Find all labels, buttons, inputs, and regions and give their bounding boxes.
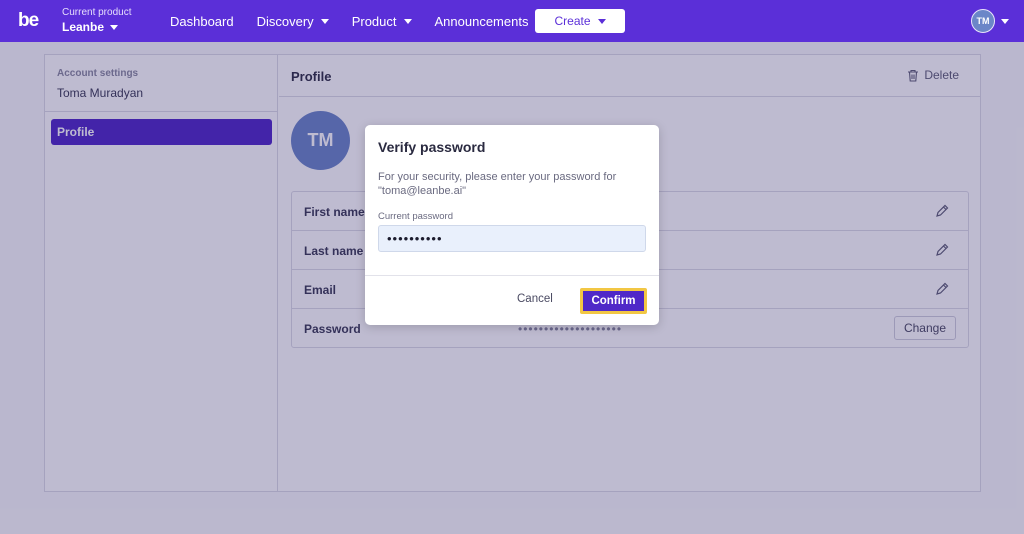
confirm-button[interactable]: Confirm bbox=[580, 288, 647, 314]
nav-item-label: Product bbox=[351, 13, 397, 29]
chevron-down-icon bbox=[403, 18, 412, 24]
chevron-down-icon bbox=[110, 24, 119, 30]
nav-item-dashboard[interactable]: Dashboard bbox=[170, 14, 234, 29]
product-switcher[interactable]: Current product Leanbe bbox=[62, 7, 131, 35]
create-button-label: Create bbox=[554, 14, 591, 28]
app-logo[interactable]: be bbox=[18, 10, 39, 32]
chevron-down-icon bbox=[320, 18, 329, 24]
product-switcher-name-wrap: Leanbe bbox=[62, 19, 131, 35]
current-password-input[interactable] bbox=[378, 225, 646, 252]
cancel-button[interactable]: Cancel bbox=[517, 293, 553, 305]
chevron-down-icon bbox=[597, 18, 606, 24]
user-menu[interactable]: TM bbox=[971, 9, 1009, 33]
main-nav: Dashboard Discovery Product Announcement… bbox=[170, 0, 551, 42]
create-button[interactable]: Create bbox=[535, 9, 625, 33]
dialog-divider bbox=[365, 275, 659, 276]
nav-item-announcements[interactable]: Announcements bbox=[435, 14, 529, 29]
nav-item-label: Announcements bbox=[434, 13, 529, 29]
top-navbar: be Current product Leanbe Dashboard Disc… bbox=[0, 0, 1024, 42]
dialog-title: Verify password bbox=[378, 139, 486, 155]
dialog-message: For your security, please enter your pas… bbox=[378, 171, 617, 197]
nav-item-discovery[interactable]: Discovery bbox=[257, 14, 329, 29]
product-name: Leanbe bbox=[62, 20, 105, 34]
avatar: TM bbox=[971, 9, 995, 33]
product-switcher-caption: Current product bbox=[62, 7, 132, 18]
current-password-label: Current password bbox=[378, 211, 453, 222]
nav-item-product[interactable]: Product bbox=[352, 14, 412, 29]
nav-item-label: Dashboard bbox=[170, 13, 234, 29]
nav-item-label: Discovery bbox=[256, 13, 314, 29]
chevron-down-icon bbox=[1001, 18, 1009, 24]
verify-password-dialog: Verify password For your security, pleas… bbox=[365, 125, 659, 325]
